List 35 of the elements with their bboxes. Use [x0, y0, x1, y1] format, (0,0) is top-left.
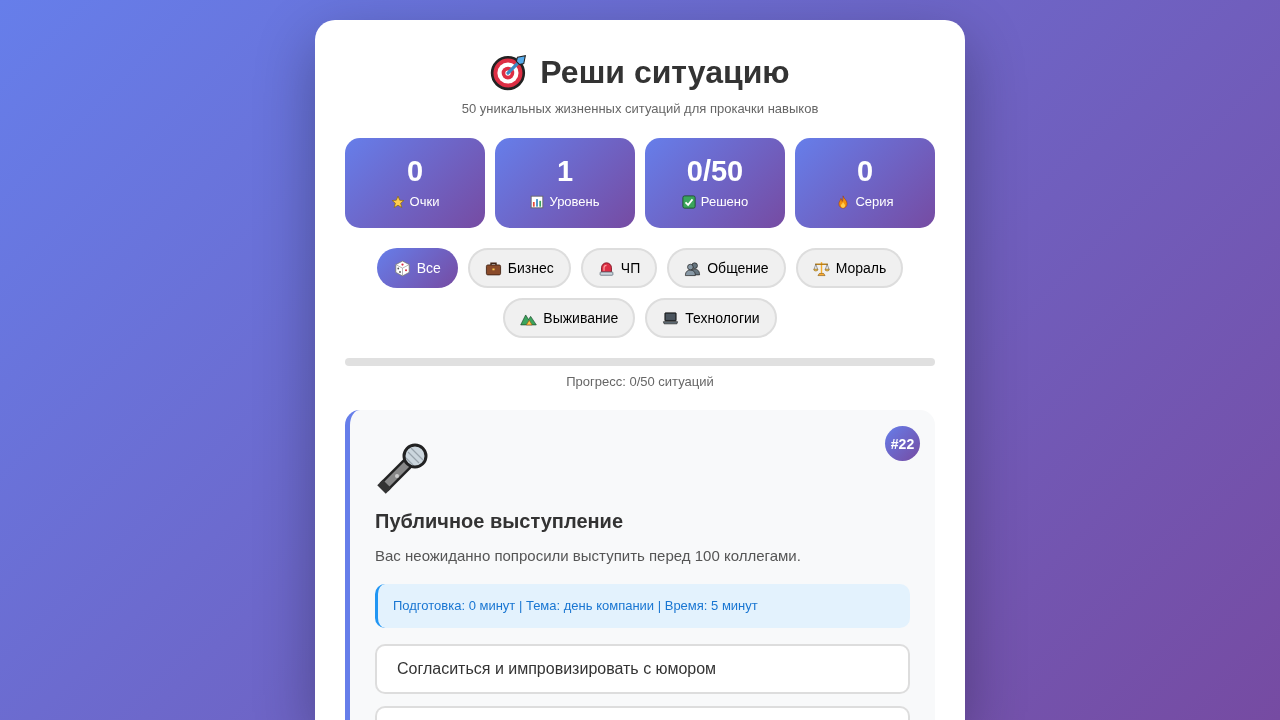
stat-value: 1: [556, 155, 574, 187]
stat-value: 0: [406, 155, 424, 187]
dice-icon: [393, 259, 411, 277]
app-subtitle: 50 уникальных жизненных ситуаций для прокачки навыков: [460, 100, 820, 118]
briefcase-icon: [484, 259, 502, 277]
stat-label: Очки: [409, 193, 440, 211]
bar-chart-icon: [530, 195, 545, 209]
filter-button[interactable]: Мораль: [795, 248, 904, 288]
situation-number-badge: #22: [885, 426, 920, 461]
filter-button[interactable]: Технологии: [645, 298, 777, 338]
situation-description: Вас неожиданно попросили выступить перед 100 коллегами.: [375, 546, 802, 566]
check-icon: [681, 195, 696, 209]
star-icon: [390, 195, 405, 209]
stat-value: 0: [856, 155, 874, 187]
progress-caption: Прогресс: 0/50 ситуаций: [565, 373, 715, 391]
stat-label: Уровень: [549, 193, 600, 211]
filter-button[interactable]: Все: [376, 248, 458, 288]
filter-button[interactable]: ЧП: [580, 248, 658, 288]
filter-button[interactable]: Общение: [667, 248, 786, 288]
siren-icon: [597, 259, 615, 277]
target-icon: [490, 53, 529, 91]
filter-button[interactable]: Бизнес: [467, 248, 571, 288]
answer-button[interactable]: [375, 706, 910, 720]
situation-details: Подготовка: 0 минут | Тема: день компании | Время: 5 минут: [375, 584, 910, 628]
stat-value: 0/50: [686, 155, 744, 187]
scales-icon: [812, 259, 830, 277]
stat-label: Серия: [855, 193, 894, 211]
stat-label: Решено: [700, 193, 749, 211]
flame-icon: [836, 195, 851, 209]
situation-title: Публичное выступление: [375, 509, 624, 534]
answer-button[interactable]: Согласиться и импровизировать с юмором: [375, 644, 910, 694]
filter-button[interactable]: Выживание: [503, 298, 636, 338]
people-icon: [684, 259, 702, 277]
app-title: Реши ситуацию: [540, 53, 790, 92]
laptop-icon: [662, 309, 680, 327]
